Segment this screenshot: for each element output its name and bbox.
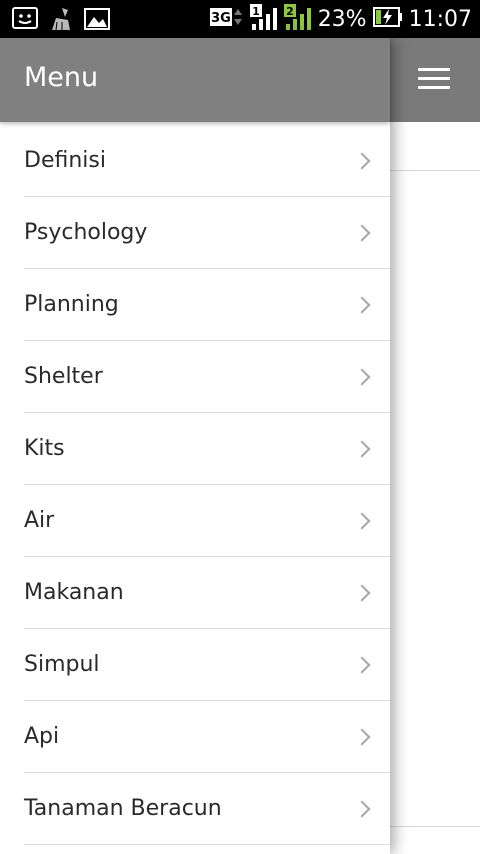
sim1-signal-icon: 1 xyxy=(249,2,278,36)
network-3g-icon: 3G xyxy=(209,5,244,33)
menu-item-api[interactable]: Api xyxy=(24,701,390,773)
battery-charging-icon xyxy=(372,6,403,32)
sim1-label: 1 xyxy=(252,5,260,18)
menu-item-air[interactable]: Air xyxy=(24,485,390,557)
menu-item-label: Air xyxy=(24,508,55,533)
menu-item-label: Tanaman Beracun xyxy=(24,796,222,821)
drawer-header: Menu xyxy=(0,38,390,122)
main-divider xyxy=(390,826,480,827)
menu-item-label: Planning xyxy=(24,292,119,317)
sim2-signal-icon: 2 xyxy=(283,2,312,36)
menu-list: Definisi Psychology Planning Shelter Kit… xyxy=(0,125,390,845)
menu-item-kits[interactable]: Kits xyxy=(24,413,390,485)
menu-item-label: Api xyxy=(24,724,60,749)
status-bar-system: 3G 1 2 23% 11:07 xyxy=(209,0,472,38)
battery-percent: 23% xyxy=(317,6,367,32)
menu-item-label: Definisi xyxy=(24,148,106,173)
menu-item-shelter[interactable]: Shelter xyxy=(24,341,390,413)
menu-item-makanan[interactable]: Makanan xyxy=(24,557,390,629)
navigation-drawer: Menu Definisi Psychology Planning Shelte… xyxy=(0,38,390,854)
chevron-right-icon xyxy=(353,152,371,169)
menu-item-label: Shelter xyxy=(24,364,103,389)
menu-item-psychology[interactable]: Psychology xyxy=(24,197,390,269)
image-icon xyxy=(84,8,110,34)
menu-item-label: Simpul xyxy=(24,652,100,677)
menu-item-label: Psychology xyxy=(24,220,148,245)
menu-item-planning[interactable]: Planning xyxy=(24,269,390,341)
chevron-right-icon xyxy=(353,512,371,529)
menu-item-label: Makanan xyxy=(24,580,124,605)
chevron-right-icon xyxy=(353,584,371,601)
menu-item-tanaman-beracun[interactable]: Tanaman Beracun xyxy=(24,773,390,845)
sim2-label: 2 xyxy=(286,5,294,18)
cleaner-icon xyxy=(48,6,74,36)
chevron-right-icon xyxy=(353,440,371,457)
chevron-right-icon xyxy=(353,656,371,673)
chevron-right-icon xyxy=(353,728,371,745)
notification-icon xyxy=(12,7,38,35)
menu-icon[interactable] xyxy=(418,68,450,92)
menu-item-simpul[interactable]: Simpul xyxy=(24,629,390,701)
chevron-right-icon xyxy=(353,224,371,241)
status-bar-notifications xyxy=(12,6,110,36)
status-bar: 3G 1 2 23% 11:07 xyxy=(0,0,480,38)
chevron-right-icon xyxy=(353,368,371,385)
clock: 11:07 xyxy=(408,6,472,32)
chevron-right-icon xyxy=(353,800,371,817)
drawer-title: Menu xyxy=(24,62,99,93)
main-divider xyxy=(390,170,480,171)
chevron-right-icon xyxy=(353,296,371,313)
network-type: 3G xyxy=(211,11,231,26)
menu-item-definisi[interactable]: Definisi xyxy=(24,125,390,197)
menu-item-label: Kits xyxy=(24,436,65,461)
